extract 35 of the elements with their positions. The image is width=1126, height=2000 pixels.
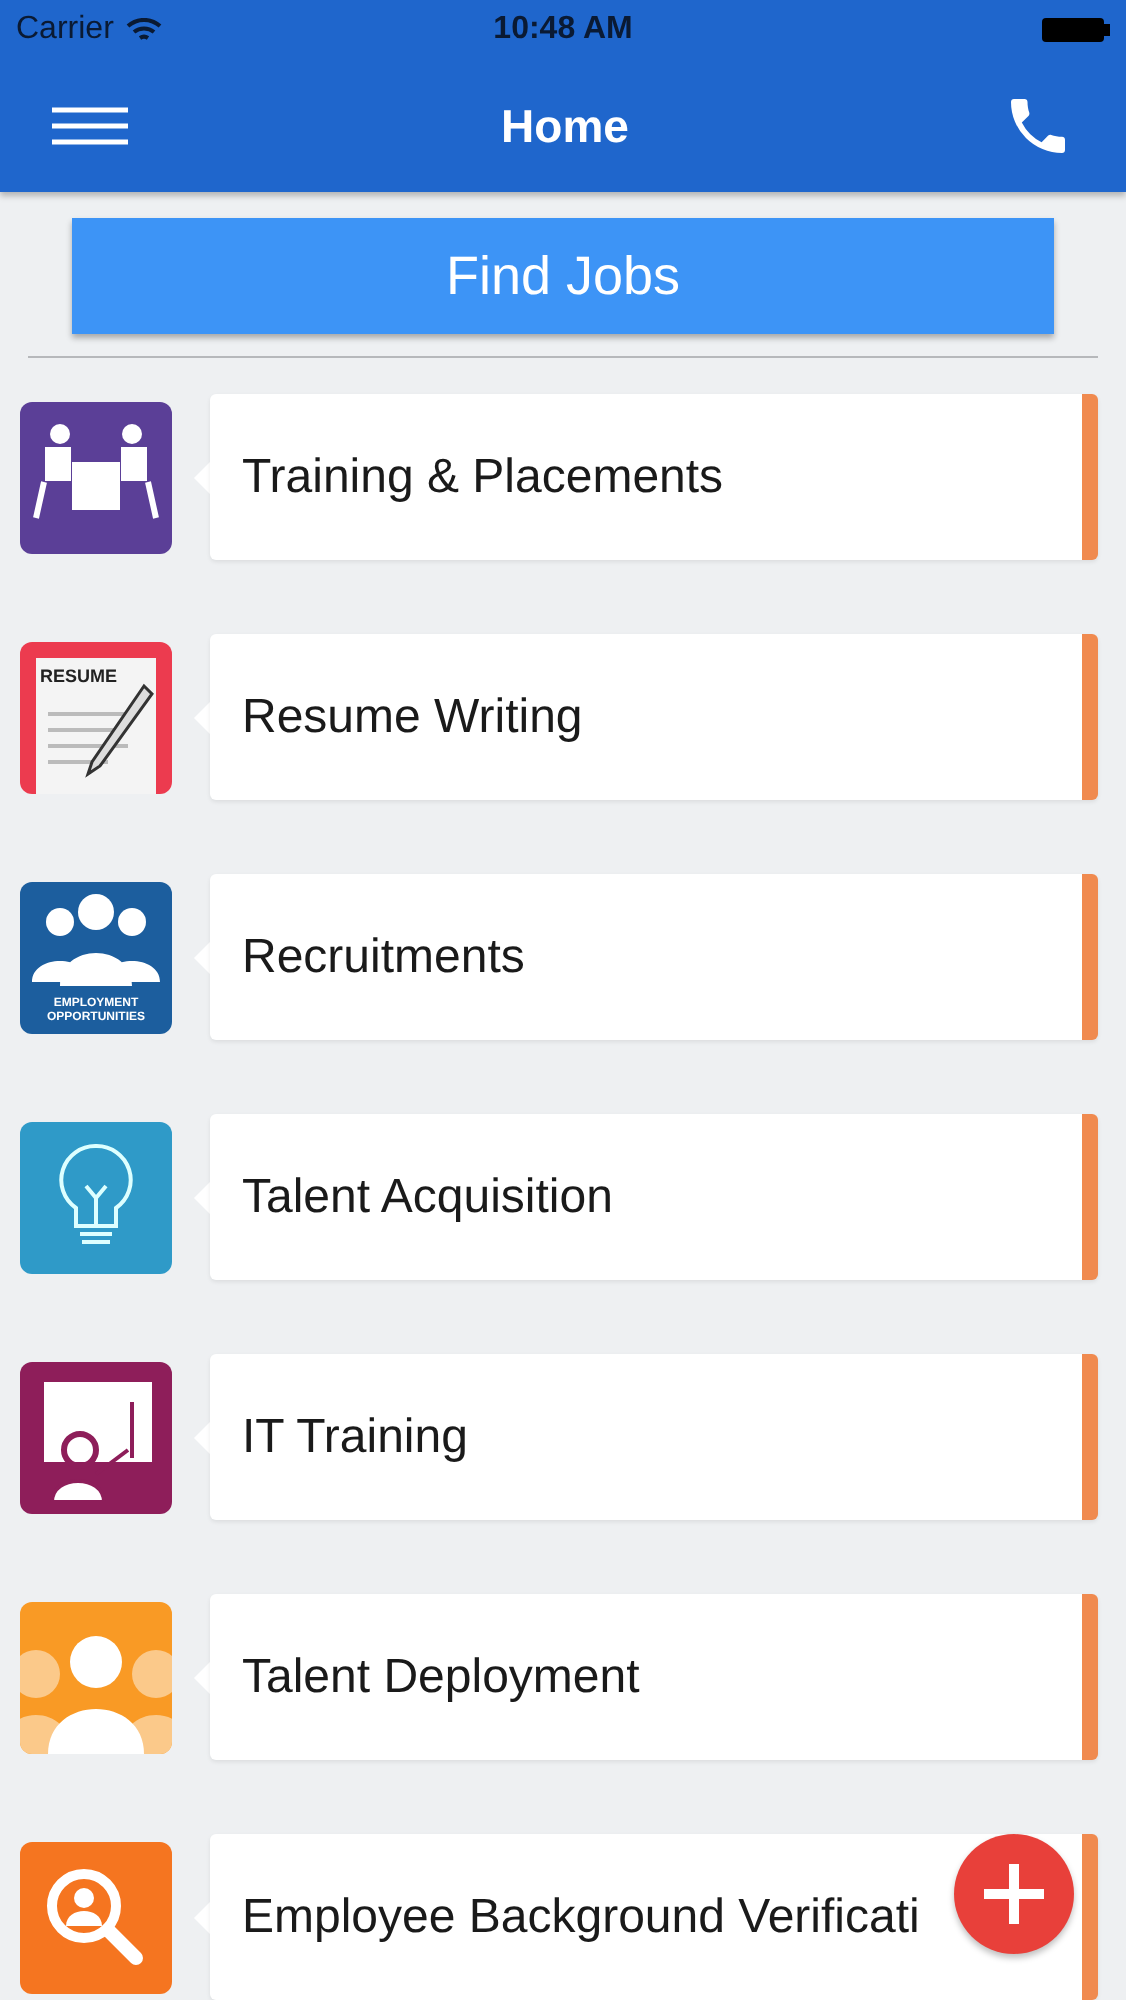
category-label: Recruitments: [242, 929, 525, 985]
category-label: Talent Acquisition: [242, 1169, 613, 1225]
category-card[interactable]: Talent Deployment: [210, 1594, 1098, 1760]
category-tile[interactable]: [20, 1361, 172, 1513]
category-card[interactable]: Employee Background Verificati: [210, 1834, 1098, 2000]
wifi-icon: [125, 17, 162, 43]
card-pointer: [194, 1421, 210, 1453]
category-card[interactable]: Talent Acquisition: [210, 1114, 1098, 1280]
icon-caption: RESUME: [40, 667, 118, 687]
card-pointer: [194, 701, 210, 733]
category-tile[interactable]: [20, 401, 172, 553]
category-label: Talent Deployment: [242, 1649, 640, 1705]
category-label: Resume Writing: [242, 689, 583, 745]
category-tile[interactable]: RESUME: [20, 641, 172, 793]
category-label: IT Training: [242, 1409, 468, 1465]
card-pointer: [194, 1901, 210, 1933]
category-tile[interactable]: [20, 1121, 172, 1273]
category-card[interactable]: Resume Writing: [210, 634, 1098, 800]
category-card[interactable]: Training & Placements: [210, 394, 1098, 560]
carrier-name: Carrier: [16, 12, 114, 48]
category-card[interactable]: IT Training: [210, 1354, 1098, 1520]
card-pointer: [194, 941, 210, 973]
card-pointer: [194, 1661, 210, 1693]
category-label: Training & Placements: [242, 449, 724, 505]
page-title: Home: [501, 99, 629, 153]
card-pointer: [194, 1181, 210, 1213]
clock-time: 10:48 AM: [493, 12, 633, 48]
menu-icon[interactable]: [52, 106, 128, 146]
card-pointer: [194, 461, 210, 493]
plus-icon: [980, 1860, 1048, 1928]
category-tile[interactable]: [20, 1841, 172, 1993]
category-card[interactable]: Recruitments: [210, 874, 1098, 1040]
category-tile[interactable]: [20, 1601, 172, 1753]
battery-icon: [1042, 16, 1110, 44]
category-label: Employee Background Verificati: [242, 1889, 920, 1945]
